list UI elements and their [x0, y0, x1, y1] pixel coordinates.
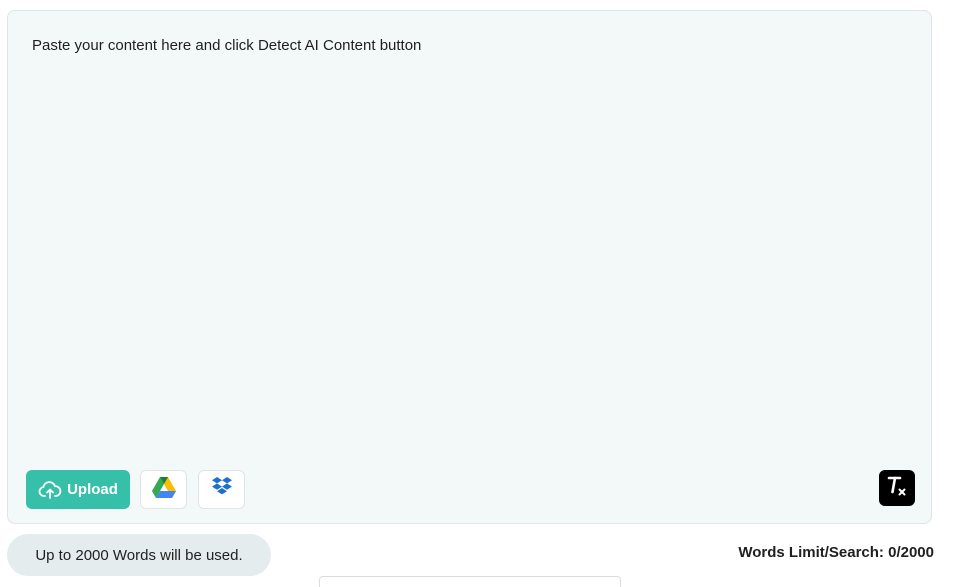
cloud-upload-icon — [38, 480, 62, 500]
google-drive-button[interactable] — [140, 470, 187, 509]
dropbox-button[interactable] — [198, 470, 245, 509]
upload-label: Upload — [67, 481, 118, 498]
words-limit-counter: Words Limit/Search: 0/2000 — [738, 544, 934, 561]
upload-button[interactable]: Upload — [26, 470, 130, 509]
content-editor: Upload — [7, 10, 932, 524]
word-usage-note: Up to 2000 Words will be used. — [7, 534, 271, 576]
clear-text-button[interactable] — [879, 470, 915, 506]
ai-detector-page: Upload — [0, 0, 953, 587]
detect-button-partial[interactable] — [319, 576, 621, 587]
google-drive-icon — [151, 476, 176, 503]
word-usage-note-text: Up to 2000 Words will be used. — [35, 546, 243, 564]
words-limit-value: 0/2000 — [888, 544, 934, 561]
words-limit-label: Words Limit/Search: — [738, 544, 884, 561]
dropbox-icon — [211, 477, 233, 502]
clear-format-icon — [886, 475, 908, 502]
content-input[interactable] — [32, 37, 902, 457]
